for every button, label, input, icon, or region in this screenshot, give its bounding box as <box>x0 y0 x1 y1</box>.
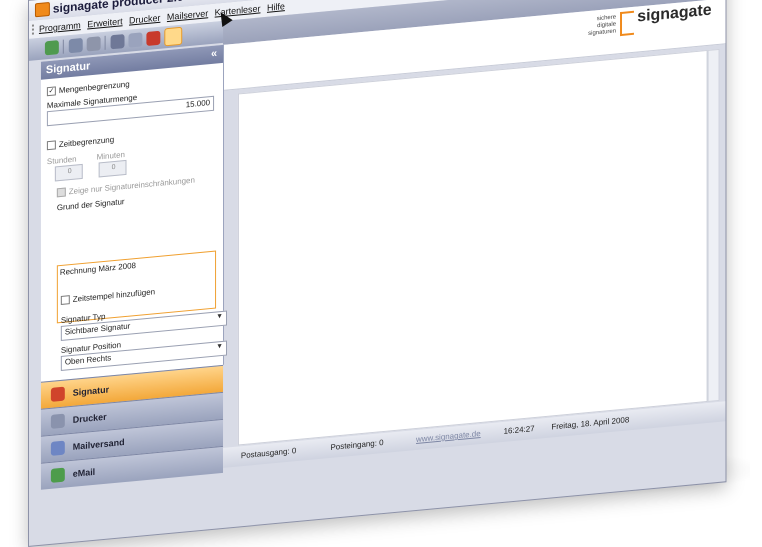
toolbar-separator <box>62 39 64 54</box>
minuten-stepper[interactable]: 0 <box>98 159 127 178</box>
logo-brand: signagate <box>637 1 712 26</box>
document-preview[interactable] <box>237 49 708 446</box>
seal-icon <box>50 386 65 402</box>
document-icon[interactable] <box>164 26 183 47</box>
stunden-stepper[interactable]: 0 <box>54 163 83 182</box>
print-icon[interactable] <box>86 36 101 52</box>
menu-erweitert[interactable]: Erweitert <box>87 16 122 29</box>
dropdown-arrow-icon: ▼ <box>216 312 224 321</box>
menu-grip-icon <box>31 24 36 35</box>
menu-hilfe[interactable]: Hilfe <box>267 1 285 13</box>
menu-mailserver[interactable]: Mailserver <box>167 8 208 22</box>
email-icon <box>50 467 65 483</box>
settings-icon[interactable] <box>110 34 125 50</box>
app-window: signagate producer 2.0 Programm Erweiter… <box>28 0 727 547</box>
checkbox-icon <box>60 295 70 306</box>
status-time: 16:24:27 <box>503 424 535 436</box>
grund-textarea[interactable]: Rechnung März 2008 <box>56 250 217 324</box>
mail-icon <box>50 440 65 456</box>
collapse-chevron-icon[interactable]: « <box>211 47 217 60</box>
copy-icon[interactable] <box>68 37 83 54</box>
status-date: Freitag, 18. April 2008 <box>551 415 630 432</box>
app-icon <box>34 1 50 18</box>
menu-drucker[interactable]: Drucker <box>129 13 160 26</box>
postausgang-status: Postausgang: 0 <box>240 446 297 461</box>
nav-buttons: Signatur Drucker Mailversand eMail <box>40 364 224 490</box>
checkbox-disabled-icon <box>56 187 66 198</box>
website-link[interactable]: www.signagate.de <box>416 429 481 444</box>
logo-mark-icon <box>620 10 634 37</box>
grund-label: Grund der Signatur <box>56 197 125 213</box>
checkbox-checked-icon: ✓ <box>46 86 56 97</box>
tools-icon[interactable] <box>128 32 143 48</box>
menu-programm[interactable]: Programm <box>39 20 81 34</box>
printer-icon <box>50 413 65 429</box>
pdf-icon[interactable] <box>146 30 161 47</box>
logo-tagline: sichere digitale signaturen <box>588 14 617 38</box>
checkbox-icon <box>46 140 56 151</box>
vertical-scrollbar[interactable] <box>707 48 720 402</box>
zeitbegrenzung-checkbox[interactable]: Zeitbegrenzung <box>46 135 114 151</box>
dropdown-arrow-icon: ▼ <box>216 342 224 351</box>
posteingang-status: Posteingang: 0 <box>330 438 384 452</box>
toolbar-separator <box>104 35 106 50</box>
panel-title: Signatur <box>45 60 91 77</box>
save-icon[interactable] <box>44 40 59 56</box>
signatur-panel: Signatur « ✓ Mengenbegrenzung Maximale Si… <box>40 44 228 382</box>
